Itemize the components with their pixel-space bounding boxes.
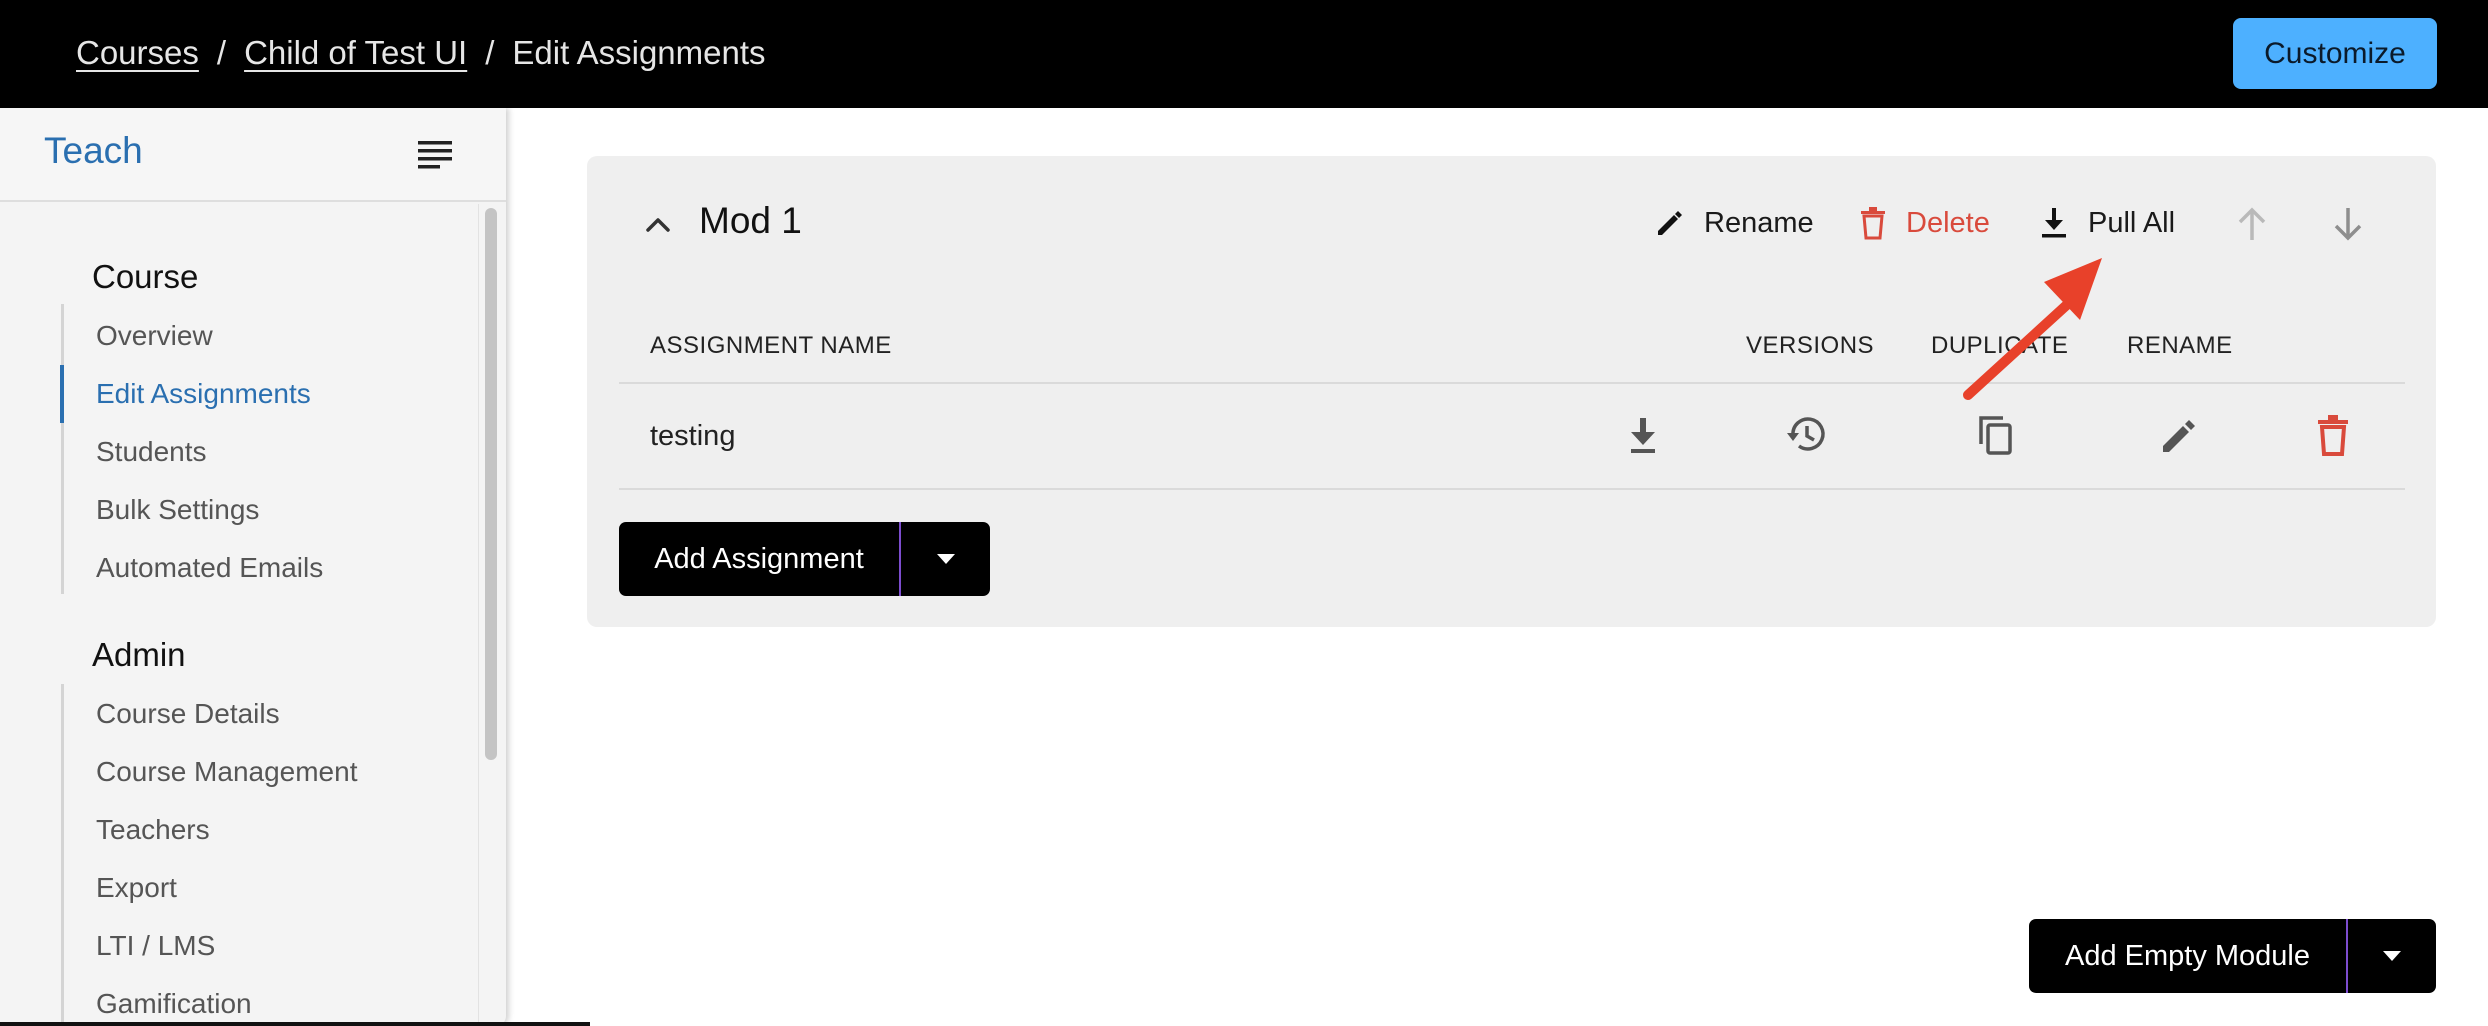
add-empty-module-dropdown[interactable] bbox=[2348, 919, 2436, 993]
breadcrumb-current: Edit Assignments bbox=[512, 34, 766, 71]
sidebar-item-course-details[interactable]: Course Details bbox=[96, 698, 280, 730]
module-title: Mod 1 bbox=[699, 200, 802, 241]
active-indicator bbox=[60, 365, 64, 423]
add-assignment-dropdown[interactable] bbox=[901, 522, 990, 596]
table-divider bbox=[619, 382, 2405, 384]
add-assignment-button[interactable]: Add Assignment bbox=[619, 522, 899, 596]
column-header-versions: VERSIONS bbox=[1746, 332, 1875, 359]
download-icon[interactable] bbox=[1620, 412, 1666, 458]
nav-rail bbox=[61, 684, 64, 1026]
annotation-arrow-icon bbox=[1963, 258, 2102, 400]
table-divider bbox=[619, 488, 2405, 490]
arrow-up-icon[interactable] bbox=[2234, 204, 2270, 244]
sidebar-item-gamification[interactable]: Gamification bbox=[96, 988, 252, 1020]
delete-module-button[interactable]: Delete bbox=[1858, 202, 1990, 244]
delete-label: Delete bbox=[1906, 206, 1990, 239]
breadcrumb: Courses / Child of Test UI / Edit Assign… bbox=[76, 0, 766, 106]
pencil-icon bbox=[1658, 211, 1682, 235]
download-icon bbox=[2042, 208, 2066, 238]
breadcrumb-courses[interactable]: Courses bbox=[76, 34, 199, 72]
chevron-up-icon[interactable] bbox=[642, 212, 674, 236]
sidebar-item-bulk-settings[interactable]: Bulk Settings bbox=[96, 494, 259, 526]
sidebar-title[interactable]: Teach bbox=[44, 130, 143, 172]
pencil-icon[interactable] bbox=[2155, 412, 2201, 458]
customize-button[interactable]: Customize bbox=[2233, 18, 2437, 89]
sidebar-header: Teach bbox=[0, 108, 506, 202]
top-bar: Courses / Child of Test UI / Edit Assign… bbox=[0, 0, 2488, 108]
sidebar-item-course-management[interactable]: Course Management bbox=[96, 756, 357, 788]
trash-icon[interactable] bbox=[2310, 412, 2356, 458]
add-assignment-split-button: Add Assignment bbox=[619, 522, 990, 596]
caret-down-icon bbox=[2383, 951, 2401, 961]
sidebar-scrollbar-thumb[interactable] bbox=[485, 208, 497, 760]
sidebar: Teach Course Overview Edit Assignments S… bbox=[0, 108, 506, 1026]
sidebar-item-lti-lms[interactable]: LTI / LMS bbox=[96, 930, 215, 962]
sidebar-item-students[interactable]: Students bbox=[96, 436, 207, 468]
bottom-edge-line bbox=[0, 1022, 590, 1026]
pull-all-button[interactable]: Pull All bbox=[2038, 202, 2175, 244]
assignment-name[interactable]: testing bbox=[650, 420, 735, 453]
rename-label: Rename bbox=[1704, 206, 1814, 239]
sidebar-item-automated-emails[interactable]: Automated Emails bbox=[96, 552, 323, 584]
section-title-course: Course bbox=[92, 258, 199, 295]
history-icon[interactable] bbox=[1783, 412, 1829, 458]
sidebar-item-export[interactable]: Export bbox=[96, 872, 177, 904]
caret-down-icon bbox=[936, 554, 955, 564]
sidebar-item-edit-assignments[interactable]: Edit Assignments bbox=[96, 378, 311, 410]
sidebar-item-teachers[interactable]: Teachers bbox=[96, 814, 210, 846]
nav-rail bbox=[61, 304, 64, 594]
column-header-assignment-name: ASSIGNMENT NAME bbox=[650, 332, 892, 359]
sidebar-item-overview[interactable]: Overview bbox=[96, 320, 213, 352]
menu-lines-icon[interactable] bbox=[416, 138, 454, 170]
breadcrumb-separator: / bbox=[216, 34, 227, 71]
section-title-admin: Admin bbox=[92, 636, 186, 673]
arrow-down-icon[interactable] bbox=[2330, 204, 2366, 244]
copy-icon[interactable] bbox=[1973, 412, 2019, 458]
add-empty-module-split-button: Add Empty Module bbox=[2029, 919, 2436, 993]
column-header-rename: RENAME bbox=[2127, 332, 2233, 359]
trash-icon bbox=[1861, 207, 1885, 240]
breadcrumb-course[interactable]: Child of Test UI bbox=[244, 34, 467, 72]
add-empty-module-button[interactable]: Add Empty Module bbox=[2029, 919, 2346, 993]
breadcrumb-separator: / bbox=[485, 34, 495, 71]
pull-all-label: Pull All bbox=[2088, 206, 2176, 239]
rename-module-button[interactable]: Rename bbox=[1654, 202, 1814, 244]
